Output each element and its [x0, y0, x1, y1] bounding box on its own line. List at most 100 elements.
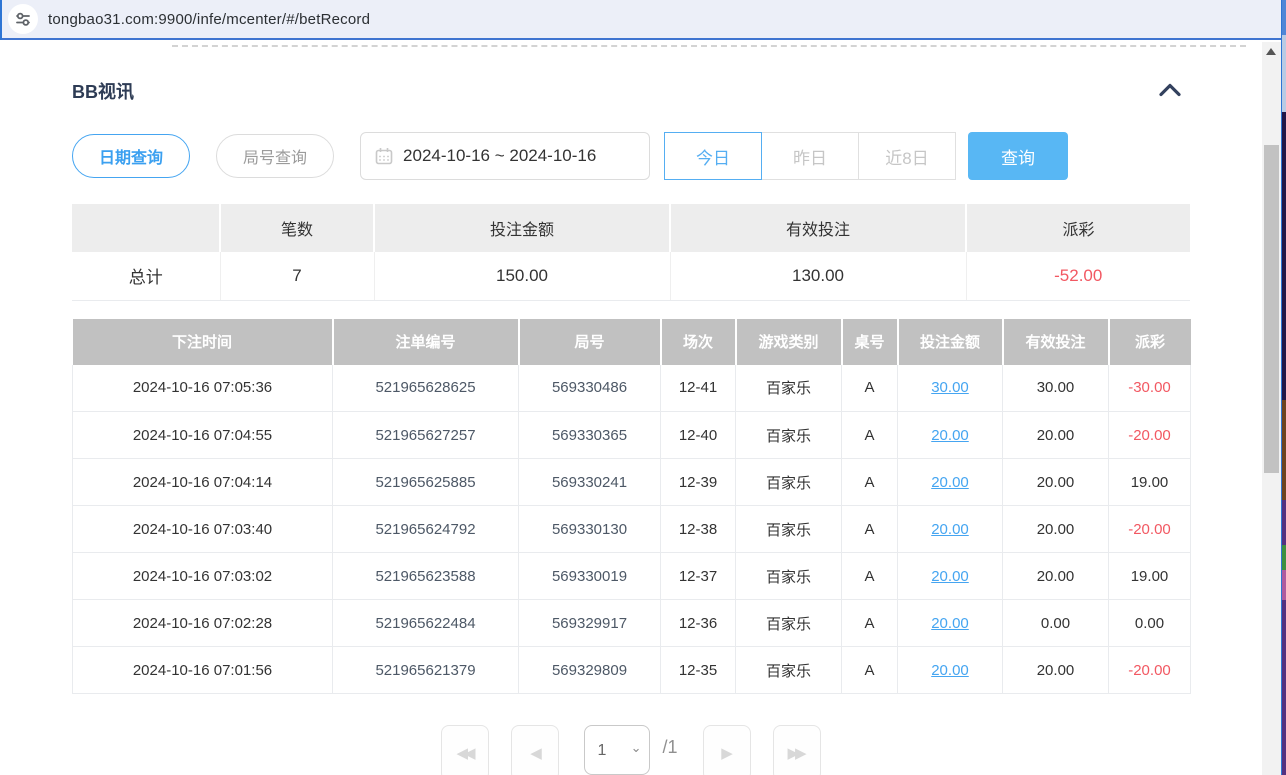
valid-bet-cell: 20.00: [1003, 459, 1109, 506]
bet-id-cell: 521965627257: [333, 412, 519, 459]
search-button[interactable]: 查询: [968, 132, 1068, 180]
bet-amount-cell: 20.00: [898, 506, 1003, 553]
filter-row: 日期查询局号查询 2024-10-16 ~ 2024-10-16 今日昨日近8日…: [72, 132, 1190, 180]
table-no-cell: A: [842, 553, 898, 600]
payout-cell: -30.00: [1109, 365, 1191, 412]
pagination: ◀◀ ◀ 1 ⌄ /1 ▶ ▶▶: [72, 725, 1190, 775]
valid-bet-cell: 30.00: [1003, 365, 1109, 412]
quick-range-button[interactable]: 今日: [664, 132, 762, 180]
bet-time-cell: 2024-10-16 07:04:14: [73, 459, 333, 506]
valid-bet-cell: 0.00: [1003, 600, 1109, 647]
round-id-cell: 569329809: [519, 647, 661, 694]
bet-amount-cell: 20.00: [898, 459, 1003, 506]
table-no-cell: A: [842, 647, 898, 694]
first-page-button[interactable]: ◀◀: [441, 725, 489, 775]
records-header-cell: 游戏类别: [736, 319, 842, 365]
round-id-cell: 569330241: [519, 459, 661, 506]
url-text[interactable]: tongbao31.com:9900/infe/mcenter/#/betRec…: [48, 11, 370, 28]
valid-bet-cell: 20.00: [1003, 506, 1109, 553]
records-table: 下注时间注单编号局号场次游戏类别桌号投注金额有效投注派彩 2024-10-16 …: [72, 319, 1191, 695]
next-page-button[interactable]: ▶: [703, 725, 751, 775]
bet-amount-link[interactable]: 30.00: [931, 379, 969, 396]
summary-value-cell: 130.00: [670, 252, 966, 300]
scrollbar[interactable]: [1262, 42, 1281, 775]
query-tab[interactable]: 日期查询: [72, 134, 190, 178]
bet-time-cell: 2024-10-16 07:03:02: [73, 553, 333, 600]
bet-amount-cell: 20.00: [898, 600, 1003, 647]
game-type-cell: 百家乐: [736, 365, 842, 412]
quick-range-button[interactable]: 近8日: [858, 132, 956, 180]
round-id-cell: 569330365: [519, 412, 661, 459]
summary-value-cell: 150.00: [374, 252, 670, 300]
bet-amount-cell: 20.00: [898, 647, 1003, 694]
chevron-up-icon: [1158, 83, 1182, 97]
bet-time-cell: 2024-10-16 07:03:40: [73, 506, 333, 553]
session-cell: 12-38: [661, 506, 736, 553]
summary-value-cell: -52.00: [966, 252, 1190, 300]
bet-amount-link[interactable]: 20.00: [931, 568, 969, 585]
game-type-cell: 百家乐: [736, 647, 842, 694]
records-header-cell: 桌号: [842, 319, 898, 365]
bet-amount-link[interactable]: 20.00: [931, 427, 969, 444]
bet-id-cell: 521965622484: [333, 600, 519, 647]
payout-cell: -20.00: [1109, 506, 1191, 553]
game-type-cell: 百家乐: [736, 553, 842, 600]
summary-total-row: 总计7150.00130.00-52.00: [72, 252, 1190, 300]
game-type-cell: 百家乐: [736, 600, 842, 647]
table-row: 2024-10-16 07:04:55521965627257569330365…: [73, 412, 1191, 459]
prev-page-button[interactable]: ◀: [511, 725, 559, 775]
bet-time-cell: 2024-10-16 07:04:55: [73, 412, 333, 459]
site-settings-icon[interactable]: [8, 4, 38, 34]
date-range-picker[interactable]: 2024-10-16 ~ 2024-10-16: [360, 132, 650, 180]
session-cell: 12-35: [661, 647, 736, 694]
scroll-up-icon[interactable]: [1266, 48, 1276, 55]
summary-value-cell: 7: [220, 252, 374, 300]
game-type-cell: 百家乐: [736, 459, 842, 506]
bet-amount-link[interactable]: 20.00: [931, 474, 969, 491]
table-row: 2024-10-16 07:04:14521965625885569330241…: [73, 459, 1191, 506]
session-cell: 12-36: [661, 600, 736, 647]
game-type-cell: 百家乐: [736, 412, 842, 459]
quick-range-button[interactable]: 昨日: [761, 132, 859, 180]
prev-page-icon: ◀: [530, 745, 538, 762]
payout-cell: 19.00: [1109, 459, 1191, 506]
bet-amount-cell: 20.00: [898, 553, 1003, 600]
summary-header-row: 笔数投注金额有效投注派彩: [72, 204, 1190, 252]
last-page-button[interactable]: ▶▶: [773, 725, 821, 775]
session-cell: 12-40: [661, 412, 736, 459]
page-select-wrap: 1 ⌄: [584, 725, 650, 775]
summary-header-cell: 有效投注: [670, 204, 966, 252]
table-no-cell: A: [842, 600, 898, 647]
table-no-cell: A: [842, 506, 898, 553]
collapse-button[interactable]: [1156, 81, 1184, 102]
browser-address-bar: tongbao31.com:9900/infe/mcenter/#/betRec…: [0, 0, 1286, 40]
bet-id-cell: 521965623588: [333, 553, 519, 600]
bet-amount-link[interactable]: 20.00: [931, 615, 969, 632]
records-header-cell: 下注时间: [73, 319, 333, 365]
bet-id-cell: 521965628625: [333, 365, 519, 412]
page-total-label: /1: [662, 737, 677, 758]
table-row: 2024-10-16 07:02:28521965622484569329917…: [73, 600, 1191, 647]
payout-cell: 0.00: [1109, 600, 1191, 647]
bet-amount-cell: 30.00: [898, 365, 1003, 412]
next-page-icon: ▶: [721, 745, 729, 762]
round-id-cell: 569329917: [519, 600, 661, 647]
session-cell: 12-39: [661, 459, 736, 506]
records-header-row: 下注时间注单编号局号场次游戏类别桌号投注金额有效投注派彩: [73, 319, 1191, 365]
page-select[interactable]: 1: [585, 726, 649, 774]
table-no-cell: A: [842, 459, 898, 506]
bet-amount-link[interactable]: 20.00: [931, 521, 969, 538]
bet-amount-link[interactable]: 20.00: [931, 662, 969, 679]
bet-id-cell: 521965624792: [333, 506, 519, 553]
query-tab[interactable]: 局号查询: [216, 134, 334, 178]
scrollbar-thumb[interactable]: [1264, 145, 1279, 473]
table-row: 2024-10-16 07:03:02521965623588569330019…: [73, 553, 1191, 600]
table-row: 2024-10-16 07:03:40521965624792569330130…: [73, 506, 1191, 553]
summary-header-cell: 笔数: [220, 204, 374, 252]
session-cell: 12-37: [661, 553, 736, 600]
bet-amount-cell: 20.00: [898, 412, 1003, 459]
page-title: BB视讯: [72, 78, 134, 104]
table-row: 2024-10-16 07:05:36521965628625569330486…: [73, 365, 1191, 412]
summary-header-cell: 投注金额: [374, 204, 670, 252]
round-id-cell: 569330130: [519, 506, 661, 553]
